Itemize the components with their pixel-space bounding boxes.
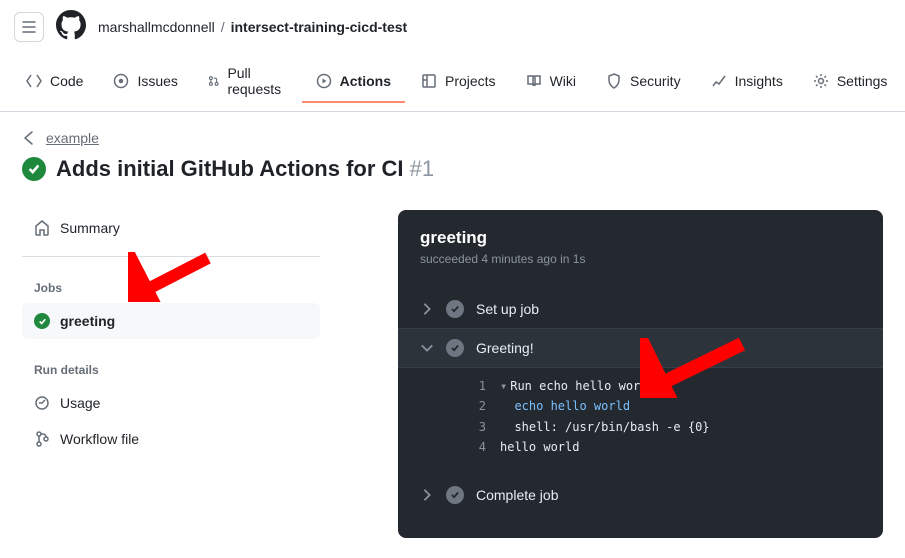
page-title-row: Adds initial GitHub Actions for CI #1 — [22, 156, 883, 182]
chevron-down-icon — [420, 341, 434, 355]
page-title: Adds initial GitHub Actions for CI #1 — [56, 156, 434, 182]
log-line: 3 shell: /usr/bin/bash -e {0} — [464, 417, 861, 437]
log-output: 1▾Run echo hello world 2 echo hello worl… — [420, 368, 861, 468]
step-setup[interactable]: Set up job — [420, 290, 861, 328]
breadcrumb: marshallmcdonnell / intersect-training-c… — [98, 19, 407, 35]
tab-insights[interactable]: Insights — [697, 61, 797, 103]
hamburger-button[interactable] — [14, 12, 44, 42]
log-text: Run echo hello world — [510, 379, 655, 393]
tab-wiki[interactable]: Wiki — [512, 61, 590, 103]
step-label: Set up job — [476, 301, 539, 317]
content-area: example Adds initial GitHub Actions for … — [0, 112, 905, 556]
tab-label: Security — [630, 73, 681, 89]
tab-pulls[interactable]: Pull requests — [194, 53, 300, 111]
sidebar-workflow-file[interactable]: Workflow file — [22, 421, 320, 457]
step-label: Greeting! — [476, 340, 534, 356]
sidebar-summary-label: Summary — [60, 220, 120, 236]
breadcrumb-repo[interactable]: intersect-training-cicd-test — [231, 19, 408, 35]
success-icon — [22, 157, 46, 181]
log-text: echo hello world — [514, 399, 630, 413]
sidebar-job-label: greeting — [60, 313, 115, 329]
log-line: 1▾Run echo hello world — [464, 376, 861, 396]
chevron-right-icon — [420, 488, 434, 502]
sidebar-run-details-heading: Run details — [22, 349, 320, 385]
chevron-right-icon — [420, 302, 434, 316]
tab-label: Settings — [837, 73, 888, 89]
tab-label: Issues — [137, 73, 177, 89]
sidebar-workflow-file-label: Workflow file — [60, 431, 139, 447]
sidebar-usage[interactable]: Usage — [22, 385, 320, 421]
tab-label: Projects — [445, 73, 496, 89]
repo-nav: Code Issues Pull requests Actions Projec… — [0, 53, 905, 112]
job-title: greeting — [420, 228, 861, 248]
success-icon — [446, 339, 464, 357]
sidebar-usage-label: Usage — [60, 395, 100, 411]
sidebar-job-greeting[interactable]: greeting — [22, 303, 320, 339]
github-logo[interactable] — [56, 10, 86, 43]
tab-security[interactable]: Security — [592, 61, 695, 103]
tab-label: Code — [50, 73, 83, 89]
breadcrumb-owner[interactable]: marshallmcdonnell — [98, 19, 215, 35]
tab-actions[interactable]: Actions — [302, 61, 405, 103]
log-panel: greeting succeeded 4 minutes ago in 1s S… — [398, 210, 883, 538]
success-icon — [446, 486, 464, 504]
back-link[interactable]: example — [22, 130, 883, 146]
back-link-label: example — [46, 130, 99, 146]
title-number: #1 — [410, 156, 434, 181]
top-bar: marshallmcdonnell / intersect-training-c… — [0, 0, 905, 53]
tab-settings[interactable]: Settings — [799, 61, 902, 103]
tab-label: Insights — [735, 73, 783, 89]
tab-label: Pull requests — [227, 65, 285, 97]
success-icon — [446, 300, 464, 318]
separator — [22, 256, 320, 257]
step-complete[interactable]: Complete job — [420, 476, 861, 514]
job-status: succeeded 4 minutes ago in 1s — [420, 252, 861, 266]
log-line: 2 echo hello world — [464, 396, 861, 416]
success-icon — [34, 313, 50, 329]
tab-issues[interactable]: Issues — [99, 61, 191, 103]
sidebar-summary[interactable]: Summary — [22, 210, 320, 246]
tab-label: Wiki — [550, 73, 576, 89]
step-label: Complete job — [476, 487, 559, 503]
tab-label: Actions — [340, 73, 391, 89]
step-greeting[interactable]: Greeting! — [398, 328, 883, 368]
log-line: 4hello world — [464, 437, 861, 457]
sidebar: Summary Jobs greeting Run details Usage … — [22, 210, 320, 538]
tab-projects[interactable]: Projects — [407, 61, 510, 103]
log-text: shell: /usr/bin/bash -e {0} — [514, 420, 709, 434]
log-text: hello world — [500, 437, 579, 457]
title-text: Adds initial GitHub Actions for CI — [56, 156, 404, 181]
steps-list: Set up job Greeting! 1▾Run echo hello wo… — [420, 290, 861, 514]
sidebar-jobs-heading: Jobs — [22, 267, 320, 303]
tab-code[interactable]: Code — [12, 61, 97, 103]
